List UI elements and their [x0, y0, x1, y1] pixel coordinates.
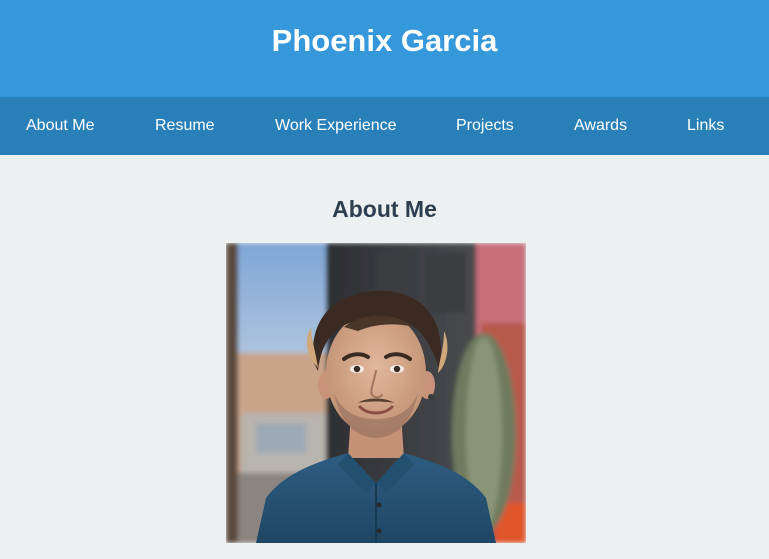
about-section: About Me [0, 155, 769, 559]
nav-link-work-experience[interactable]: Work Experience [275, 97, 397, 155]
profile-photo-illustration [226, 243, 526, 543]
profile-photo [226, 243, 526, 543]
nav-link-projects[interactable]: Projects [456, 97, 514, 155]
nav-link-resume[interactable]: Resume [155, 97, 215, 155]
nav-link-awards[interactable]: Awards [574, 97, 627, 155]
nav-link-about-me[interactable]: About Me [26, 97, 94, 155]
site-title: Phoenix Garcia [271, 23, 498, 58]
nav-link-links[interactable]: Links [687, 97, 724, 155]
section-title: About Me [332, 196, 437, 222]
site-header: Phoenix Garcia [0, 0, 769, 97]
main-nav: About Me Resume Work Experience Projects… [0, 97, 769, 155]
